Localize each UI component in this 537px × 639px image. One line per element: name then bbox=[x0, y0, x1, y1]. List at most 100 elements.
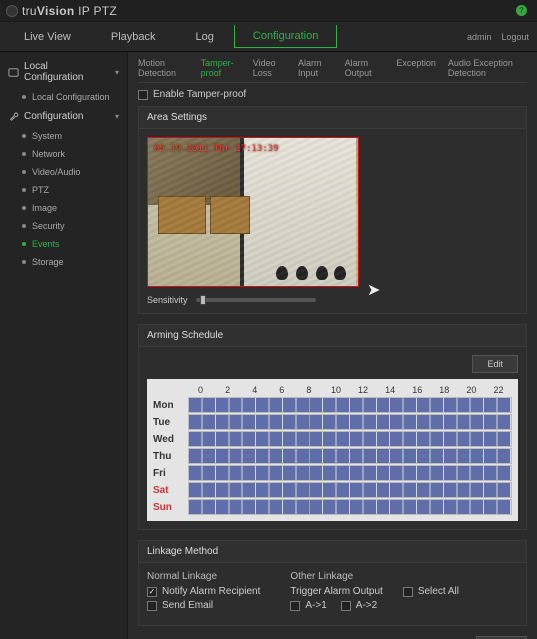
chevron-down-icon: ▾ bbox=[115, 112, 119, 121]
arming-schedule-panel: Arming Schedule Edit 0 2 4 6 8 10 12 bbox=[138, 324, 527, 530]
sidebar: Local Configuration ▾ Local Configuratio… bbox=[0, 52, 128, 639]
opt-send-email[interactable]: Send Email bbox=[147, 600, 260, 611]
day-label-thu: Thu bbox=[153, 448, 187, 464]
sensitivity-label: Sensitivity bbox=[147, 295, 188, 305]
hour-label: 6 bbox=[268, 385, 295, 395]
tab-playback[interactable]: Playback bbox=[91, 22, 176, 51]
sidebar-item-storage[interactable]: Storage bbox=[22, 253, 127, 271]
subtab-alarm-input[interactable]: Alarm Input bbox=[298, 58, 333, 78]
a2-checkbox[interactable] bbox=[341, 601, 351, 611]
day-row[interactable] bbox=[188, 448, 512, 464]
day-row[interactable] bbox=[188, 414, 512, 430]
sidebar-group-configuration-label: Configuration bbox=[24, 111, 83, 122]
send-email-checkbox[interactable] bbox=[147, 601, 157, 611]
day-row[interactable] bbox=[188, 431, 512, 447]
top-nav: Live View Playback Log Configuration adm… bbox=[0, 22, 537, 52]
subtab-alarm-output[interactable]: Alarm Output bbox=[345, 58, 385, 78]
sensitivity-thumb[interactable] bbox=[200, 295, 206, 305]
a1-checkbox[interactable] bbox=[290, 601, 300, 611]
linkage-method-title: Linkage Method bbox=[139, 541, 526, 563]
sidebar-item-label: Image bbox=[32, 203, 57, 213]
sidebar-group-local-label: Local Configuration bbox=[24, 61, 110, 83]
hour-label: 8 bbox=[295, 385, 322, 395]
tab-live-view[interactable]: Live View bbox=[4, 22, 91, 51]
hour-label: 12 bbox=[350, 385, 377, 395]
preview-timestamp: 05-19-2011 Thr 17:13:39 bbox=[154, 144, 279, 154]
sidebar-item-system[interactable]: System bbox=[22, 127, 127, 145]
select-all-checkbox[interactable] bbox=[403, 587, 413, 597]
help-icon[interactable]: ? bbox=[516, 5, 527, 16]
hour-label: 14 bbox=[377, 385, 404, 395]
sidebar-item-security[interactable]: Security bbox=[22, 217, 127, 235]
edit-schedule-button[interactable]: Edit bbox=[472, 355, 518, 373]
trigger-alarm-output-label: Trigger Alarm Output bbox=[290, 586, 382, 597]
main-pane: Motion Detection Tamper-proof Video Loss… bbox=[128, 52, 537, 639]
enable-tamper-label: Enable Tamper-proof bbox=[153, 89, 246, 100]
sidebar-item-label: Events bbox=[32, 239, 60, 249]
folder-icon bbox=[8, 67, 19, 78]
day-row[interactable] bbox=[188, 482, 512, 498]
enable-tamper-checkbox[interactable] bbox=[138, 90, 148, 100]
subtab-exception[interactable]: Exception bbox=[396, 58, 436, 78]
brand-suffix: IP PTZ bbox=[75, 4, 118, 18]
sidebar-item-image[interactable]: Image bbox=[22, 199, 127, 217]
user-box: admin Logout bbox=[467, 22, 537, 51]
hour-label: 4 bbox=[241, 385, 268, 395]
hour-label: 22 bbox=[485, 385, 512, 395]
tab-configuration[interactable]: Configuration bbox=[234, 25, 337, 48]
day-label-fri: Fri bbox=[153, 465, 187, 481]
subtab-motion-detection[interactable]: Motion Detection bbox=[138, 58, 189, 78]
a1-label: A->1 bbox=[305, 600, 326, 611]
day-row[interactable] bbox=[188, 465, 512, 481]
sidebar-item-video-audio[interactable]: Video/Audio bbox=[22, 163, 127, 181]
tab-log[interactable]: Log bbox=[176, 22, 234, 51]
opt-notify-alarm[interactable]: Notify Alarm Recipient bbox=[147, 586, 260, 597]
sidebar-item-label: Security bbox=[32, 221, 65, 231]
sidebar-item-events[interactable]: Events bbox=[22, 235, 127, 253]
area-settings-title: Area Settings bbox=[139, 107, 526, 129]
hour-label: 0 bbox=[187, 385, 214, 395]
send-email-label: Send Email bbox=[162, 600, 213, 611]
select-all-label: Select All bbox=[418, 586, 459, 597]
day-row[interactable] bbox=[188, 397, 512, 413]
opt-a2[interactable]: A->2 bbox=[341, 600, 377, 611]
brand-text: truVision IP PTZ bbox=[22, 4, 117, 18]
wrench-icon bbox=[8, 111, 19, 122]
sidebar-item-ptz[interactable]: PTZ bbox=[22, 181, 127, 199]
hour-label: 18 bbox=[431, 385, 458, 395]
arming-schedule-title: Arming Schedule bbox=[139, 325, 526, 347]
current-user[interactable]: admin bbox=[467, 32, 492, 42]
enable-tamper-row[interactable]: Enable Tamper-proof bbox=[138, 89, 527, 100]
sidebar-item-label: Local Configuration bbox=[32, 92, 110, 102]
sidebar-item-label: Video/Audio bbox=[32, 167, 80, 177]
subtab-tamper-proof[interactable]: Tamper-proof bbox=[201, 58, 241, 78]
sidebar-item-network[interactable]: Network bbox=[22, 145, 127, 163]
opt-trigger-alarm-output: Trigger Alarm Output Select All bbox=[290, 586, 459, 597]
brand-icon bbox=[6, 5, 18, 17]
other-linkage-col: Other Linkage Trigger Alarm Output Selec… bbox=[290, 571, 459, 617]
sidebar-group-local[interactable]: Local Configuration ▾ bbox=[0, 56, 127, 88]
day-label-wed: Wed bbox=[153, 431, 187, 447]
subtab-video-loss[interactable]: Video Loss bbox=[253, 58, 286, 78]
day-label-sat: Sat bbox=[153, 482, 187, 498]
hour-label: 16 bbox=[404, 385, 431, 395]
video-preview[interactable]: 05-19-2011 Thr 17:13:39 bbox=[147, 137, 359, 287]
logout-link[interactable]: Logout bbox=[501, 32, 529, 42]
notify-alarm-checkbox[interactable] bbox=[147, 587, 157, 597]
sidebar-item-label: Storage bbox=[32, 257, 64, 267]
normal-linkage-title: Normal Linkage bbox=[147, 571, 260, 582]
day-row[interactable] bbox=[188, 499, 512, 515]
linkage-method-panel: Linkage Method Normal Linkage Notify Ala… bbox=[138, 540, 527, 626]
subtab-audio-exception[interactable]: Audio Exception Detection bbox=[448, 58, 527, 78]
sensitivity-slider[interactable] bbox=[196, 298, 316, 302]
schedule-grid[interactable]: 0 2 4 6 8 10 12 14 16 18 20 22 bbox=[147, 379, 518, 521]
brand-bold: Vision bbox=[37, 4, 75, 18]
sidebar-item-local-config[interactable]: Local Configuration bbox=[22, 88, 127, 106]
day-label-tue: Tue bbox=[153, 414, 187, 430]
sidebar-group-configuration[interactable]: Configuration ▾ bbox=[0, 106, 127, 127]
schedule-hours: 0 2 4 6 8 10 12 14 16 18 20 22 bbox=[153, 385, 512, 395]
chevron-down-icon: ▾ bbox=[115, 68, 119, 77]
opt-a1[interactable]: A->1 bbox=[290, 600, 326, 611]
a2-label: A->2 bbox=[356, 600, 377, 611]
sidebar-item-label: System bbox=[32, 131, 62, 141]
